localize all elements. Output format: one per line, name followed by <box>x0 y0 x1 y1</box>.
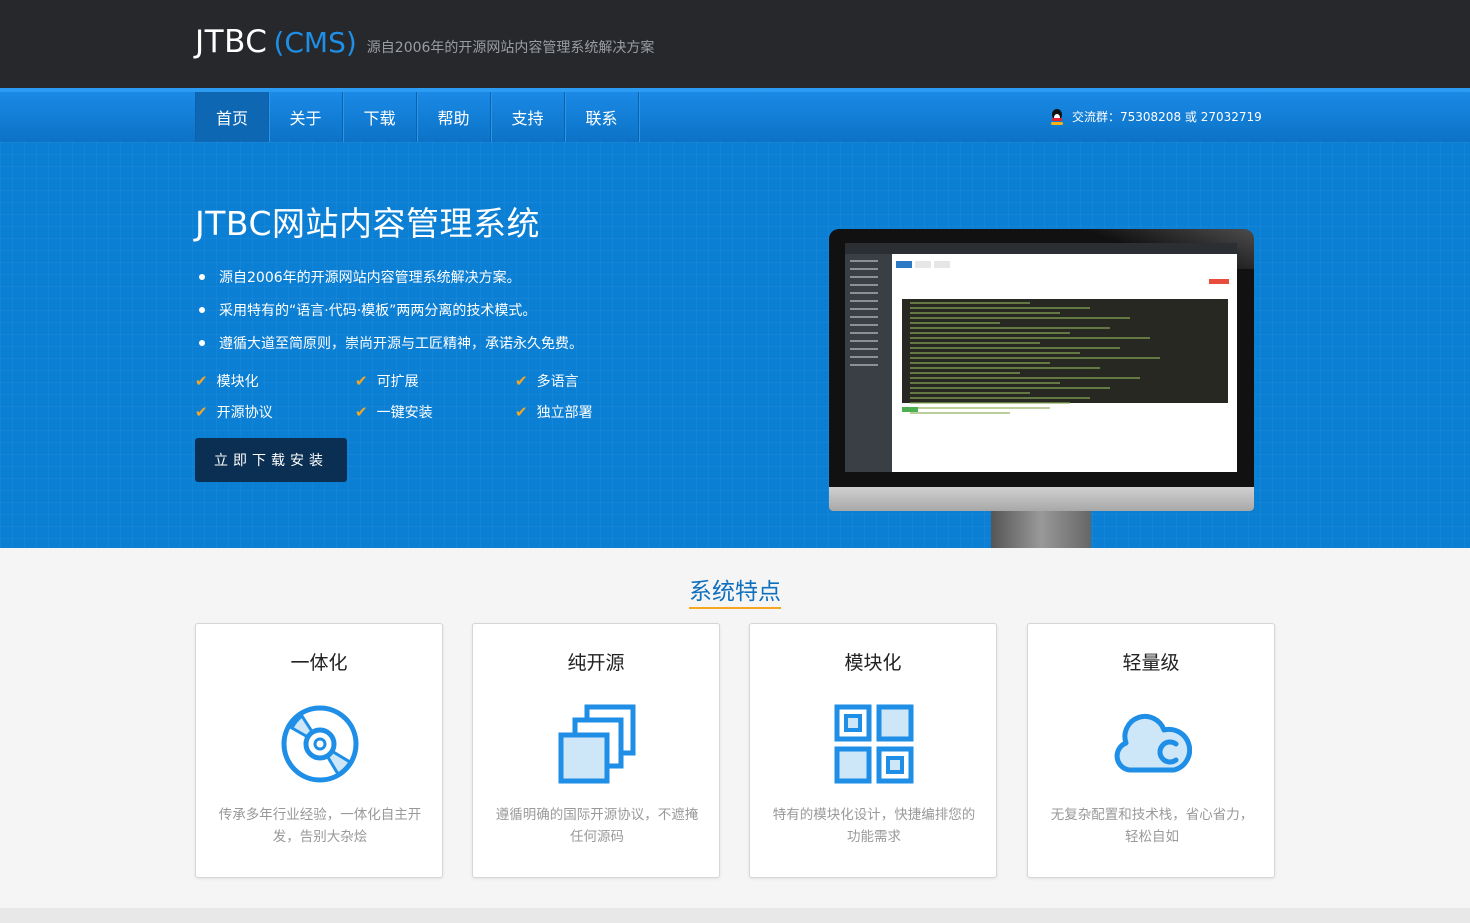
check-icon: ✔ <box>515 402 528 421</box>
nav-item-help[interactable]: 帮助 <box>417 92 491 142</box>
features-section: 系统特点 一体化 传承多年行业经验，一体化自主开发，告别大杂烩 纯开源 遵循明确… <box>0 548 1470 923</box>
brand-slogan: 源自2006年的开源网站内容管理系统解决方案 <box>366 40 655 56</box>
feature-item: ✔ 多语言 <box>515 370 675 391</box>
stacked-windows-icon <box>558 704 636 784</box>
nav-item-home[interactable]: 首页 <box>195 92 269 142</box>
hero-banner: JTBC网站内容管理系统 源自2006年的开源网站内容管理系统解决方案。 采用特… <box>0 142 1470 548</box>
nav-list: 首页 关于 下载 帮助 支持 联系 <box>195 92 639 142</box>
module-grid-icon <box>834 704 914 784</box>
footer-divider <box>0 908 1470 923</box>
feature-card-lightweight[interactable]: 轻量级 无复杂配置和技术栈，省心省力，轻松自如 <box>1027 623 1275 878</box>
section-title-text: 系统特点 <box>689 579 781 609</box>
feature-card-modular[interactable]: 模块化 特有的模块化设计，快捷编排您的功能需求 <box>749 623 997 878</box>
hero-point: 采用特有的“语言·代码·模板”两两分离的技术模式。 <box>199 293 583 326</box>
main-nav: 首页 关于 下载 帮助 支持 联系 交流群：75308208 或 2703271… <box>0 88 1470 142</box>
card-desc: 无复杂配置和技术栈，省心省力，轻松自如 <box>1050 807 1254 845</box>
hero-title: JTBC网站内容管理系统 <box>195 204 540 243</box>
monitor-illustration <box>829 229 1254 511</box>
hero-point: 源自2006年的开源网站内容管理系统解决方案。 <box>199 260 583 293</box>
qq-group: 交流群：75308208 或 27032719 <box>1050 108 1262 125</box>
brand-name: JTBC <box>195 24 268 60</box>
card-title: 纯开源 <box>567 652 625 674</box>
admin-screenshot <box>845 243 1237 472</box>
check-icon: ✔ <box>195 371 208 390</box>
feature-label: 开源协议 <box>216 404 273 421</box>
feature-label: 多语言 <box>536 373 579 390</box>
check-icon: ✔ <box>355 402 368 421</box>
disc-icon <box>281 705 359 783</box>
monitor-stand <box>991 511 1091 548</box>
nav-item-download[interactable]: 下载 <box>343 92 417 142</box>
feature-item: ✔ 独立部署 <box>515 401 675 422</box>
card-desc: 遵循明确的国际开源协议，不遮掩任何源码 <box>495 807 699 845</box>
card-desc: 特有的模块化设计，快捷编排您的功能需求 <box>772 807 976 845</box>
feature-label: 可扩展 <box>376 373 419 390</box>
feature-card-open-source[interactable]: 纯开源 遵循明确的国际开源协议，不遮掩任何源码 <box>472 623 720 878</box>
qq-group-text: 交流群：75308208 或 27032719 <box>1072 110 1262 124</box>
nav-item-about[interactable]: 关于 <box>269 92 343 142</box>
check-icon: ✔ <box>515 371 528 390</box>
card-desc: 传承多年行业经验，一体化自主开发，告别大杂烩 <box>218 807 422 845</box>
nav-item-support[interactable]: 支持 <box>491 92 565 142</box>
nav-item-contact[interactable]: 联系 <box>565 92 639 142</box>
feature-label: 独立部署 <box>536 404 593 421</box>
brand-suffix: (CMS) <box>273 26 357 59</box>
feature-label: 模块化 <box>216 373 259 390</box>
cloud-icon <box>1114 713 1192 773</box>
site-header: JTBC (CMS) 源自2006年的开源网站内容管理系统解决方案 <box>0 0 1470 88</box>
hero-point: 遵循大道至简原则，崇尚开源与工匠精神，承诺永久免费。 <box>199 326 583 359</box>
hero-points: 源自2006年的开源网站内容管理系统解决方案。 采用特有的“语言·代码·模板”两… <box>199 260 583 359</box>
card-title: 模块化 <box>844 652 902 674</box>
card-title: 一体化 <box>290 652 348 674</box>
card-title: 轻量级 <box>1122 652 1180 674</box>
download-install-button[interactable]: 立即下载安装 <box>195 438 347 482</box>
section-title: 系统特点 <box>0 572 1470 609</box>
feature-item: ✔ 开源协议 <box>195 401 355 422</box>
feature-card-integrated[interactable]: 一体化 传承多年行业经验，一体化自主开发，告别大杂烩 <box>195 623 443 878</box>
feature-checklist: ✔ 模块化 ✔ 可扩展 ✔ 多语言 ✔ 开源协议 ✔ 一键安装 ✔ 独立部署 <box>195 370 675 422</box>
check-icon: ✔ <box>355 371 368 390</box>
feature-label: 一键安装 <box>376 404 433 421</box>
check-icon: ✔ <box>195 402 208 421</box>
feature-item: ✔ 一键安装 <box>355 401 515 422</box>
brand[interactable]: JTBC (CMS) 源自2006年的开源网站内容管理系统解决方案 <box>195 24 654 60</box>
feature-item: ✔ 模块化 <box>195 370 355 391</box>
qq-penguin-icon <box>1050 108 1064 125</box>
feature-item: ✔ 可扩展 <box>355 370 515 391</box>
